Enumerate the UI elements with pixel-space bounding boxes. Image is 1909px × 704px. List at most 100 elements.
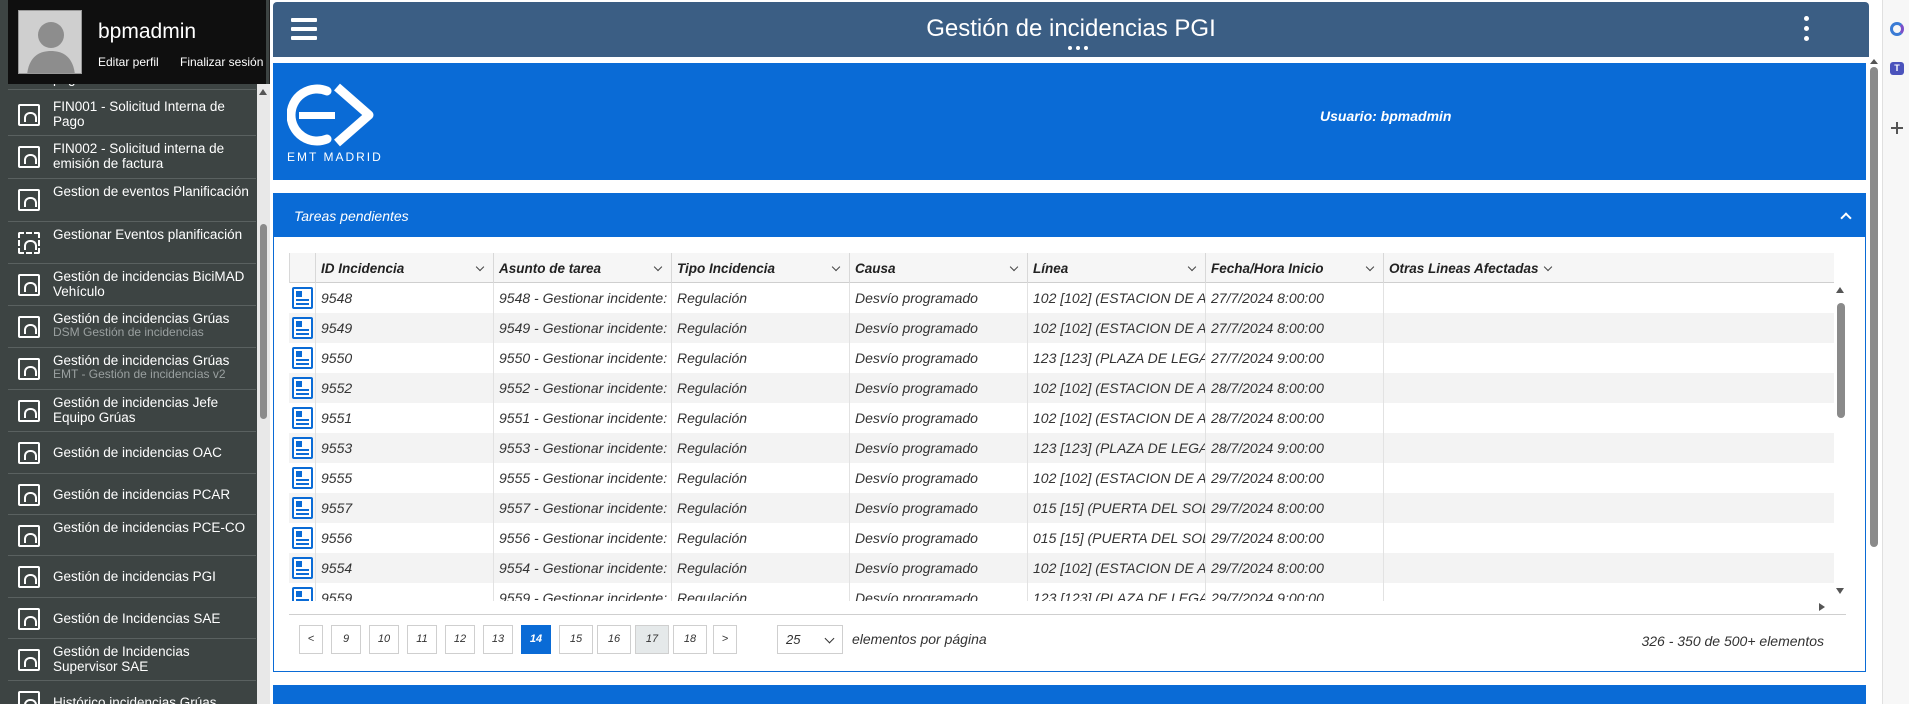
chevron-down-icon[interactable] [1365,262,1375,272]
column-header-tipo[interactable]: Tipo Incidencia [671,253,849,283]
pager-page-button[interactable]: 13 [483,625,513,654]
sidebar-item-historico-gruas[interactable]: Histórico incidencias Grúas [8,681,256,704]
sidebar-item-title: Gestión de incidencias Grúas [53,311,230,326]
sidebar-header: bpmadmin Editar perfil Finalizar sesión [8,0,266,84]
chevron-down-icon[interactable] [1543,262,1553,272]
sidebar-item-gruas-emt[interactable]: Gestión de incidencias Grúas EMT - Gesti… [8,348,256,390]
column-header-causa[interactable]: Causa [849,253,1027,283]
scroll-right-arrow-icon[interactable] [1819,603,1825,611]
sidebar-item-fin002[interactable]: FIN002 - Solicitud interna de emisión de… [8,136,256,179]
scroll-up-arrow-icon[interactable] [259,89,267,95]
page-size-select[interactable]: 25 [777,625,843,654]
next-panel-header[interactable] [273,685,1866,704]
pager-page-button[interactable]: 18 [673,625,707,654]
pager-page-button[interactable]: 10 [369,625,399,654]
table-cell: 9551 [315,403,493,433]
table-row[interactable]: 95579557 - Gestionar incidente: R...Regu… [289,493,1834,523]
scroll-up-arrow-icon[interactable] [1836,287,1844,293]
sidebar-item-pago[interactable]: pago [8,84,256,90]
sidebar-item-sae[interactable]: Gestión de Incidencias SAE [8,598,256,639]
main-scrollbar-thumb[interactable] [1870,67,1878,547]
grid-scrollbar[interactable] [1834,283,1846,601]
scroll-down-arrow-icon[interactable] [1836,588,1844,594]
sidebar-scrollbar[interactable] [257,84,270,704]
sidebar-item-bicimad[interactable]: Gestión de incidencias BiciMAD Vehículo [8,264,256,306]
chevron-down-icon[interactable] [475,262,485,272]
task-icon[interactable] [292,317,313,339]
sidebar-item-oac[interactable]: Gestión de incidencias OAC [8,432,256,474]
pager: < 9 10 11 12 13 14 15 16 17 18 > 25 elementos por… [299,625,1849,657]
logout-link[interactable]: Finalizar sesión [180,55,263,69]
sidebar-item-supervisor-sae[interactable]: Gestión de Incidencias Supervisor SAE [8,639,256,681]
sidebar-item-pce-co[interactable]: Gestión de incidencias PCE-CO [8,515,256,556]
table-row[interactable]: 95599559 - Gestionar incidente: R...Regu… [289,583,1834,601]
task-icon[interactable] [292,347,313,369]
task-icon[interactable] [292,377,313,399]
panel-header[interactable]: Tareas pendientes [274,194,1865,237]
task-icon[interactable] [292,527,313,549]
column-header-fecha[interactable]: Fecha/Hora Inicio [1205,253,1383,283]
table-row[interactable]: 95539553 - Gestionar incidente: R...Regu… [289,433,1834,463]
column-header-id[interactable]: ID Incidencia [315,253,493,283]
task-icon[interactable] [292,437,313,459]
add-icon[interactable] [1891,122,1903,134]
pager-prev-button[interactable]: < [299,625,323,654]
table-cell [1383,403,1561,433]
table-row[interactable]: 95569556 - Gestionar incidente: R...Regu… [289,523,1834,553]
table-row[interactable]: 95509550 - Gestionar incidente: R...Regu… [289,343,1834,373]
chevron-up-icon[interactable] [1840,210,1852,222]
scroll-up-arrow-icon[interactable] [1870,59,1878,64]
sidebar-item-gestion-eventos[interactable]: Gestion de eventos Planificación [8,179,256,222]
column-header-otras-lineas[interactable]: Otras Lineas Afectadas [1383,253,1561,283]
main-scrollbar[interactable] [1870,57,1880,704]
table-cell: Regulación [671,493,849,523]
pager-page-button[interactable]: 11 [407,625,437,654]
sidebar-item-gestionar-eventos[interactable]: Gestionar Eventos planificación [8,222,256,264]
table-cell: 9554 [315,553,493,583]
pager-range-info: 326 - 350 de 500+ elementos [1641,633,1824,649]
table-row[interactable]: 95499549 - Gestionar incidente: R...Regu… [289,313,1834,343]
table-cell: 9550 [315,343,493,373]
pager-page-button[interactable]: 12 [445,625,475,654]
edit-profile-link[interactable]: Editar perfil [98,55,159,69]
pager-page-button[interactable]: 15 [559,625,593,654]
drag-handle-icon[interactable] [1066,46,1090,52]
table-cell: Desvío programado [849,463,1027,493]
task-icon[interactable] [292,587,313,601]
sidebar-item-jefe-gruas[interactable]: Gestión de incidencias Jefe Equipo Grúas [8,390,256,432]
grid-header: ID Incidencia Asunto de tarea Tipo Incid… [289,253,1834,283]
table-cell: 9557 [315,493,493,523]
column-header-linea[interactable]: Línea [1027,253,1205,283]
chevron-down-icon[interactable] [1009,262,1019,272]
pager-next-button[interactable]: > [713,625,737,654]
grid-scrollbar-thumb[interactable] [1837,303,1845,418]
task-icon[interactable] [292,557,313,579]
sidebar-item-pcar[interactable]: Gestión de incidencias PCAR [8,474,256,515]
pager-page-button[interactable]: 16 [597,625,631,654]
task-icon[interactable] [292,467,313,489]
pager-page-button[interactable]: 14 [521,625,551,654]
chevron-down-icon[interactable] [831,262,841,272]
chevron-down-icon[interactable] [653,262,663,272]
task-icon[interactable] [292,287,313,309]
teams-icon[interactable]: T [1890,62,1904,75]
table-row[interactable]: 95559555 - Gestionar incidente: R...Regu… [289,463,1834,493]
logo-text: EMT MADRID [287,150,383,164]
sidebar-item-pgi[interactable]: Gestión de incidencias PGI [8,556,256,598]
table-cell: 28/7/2024 9:00:00 [1205,433,1383,463]
task-icon[interactable] [292,497,313,519]
sidebar-item-gruas-dsm[interactable]: Gestión de incidencias Grúas DSM Gestión… [8,306,256,348]
table-row[interactable]: 95489548 - Gestionar incidente: R...Regu… [289,283,1834,313]
sidebar-scrollbar-thumb[interactable] [260,224,267,419]
column-header-asunto[interactable]: Asunto de tarea [493,253,671,283]
table-row[interactable]: 95519551 - Gestionar incidente: R...Regu… [289,403,1834,433]
chevron-down-icon[interactable] [1187,262,1197,272]
task-icon[interactable] [292,407,313,429]
table-row[interactable]: 95529552 - Gestionar incidente: R...Regu… [289,373,1834,403]
sidebar-item-fin001[interactable]: FIN001 - Solicitud Interna de Pago [8,94,256,136]
pager-page-button[interactable]: 17 [635,625,669,654]
table-row[interactable]: 95549554 - Gestionar incidente: R...Regu… [289,553,1834,583]
pager-page-button[interactable]: 9 [331,625,361,654]
copilot-icon[interactable] [1890,22,1904,36]
kebab-icon[interactable] [1801,16,1811,42]
